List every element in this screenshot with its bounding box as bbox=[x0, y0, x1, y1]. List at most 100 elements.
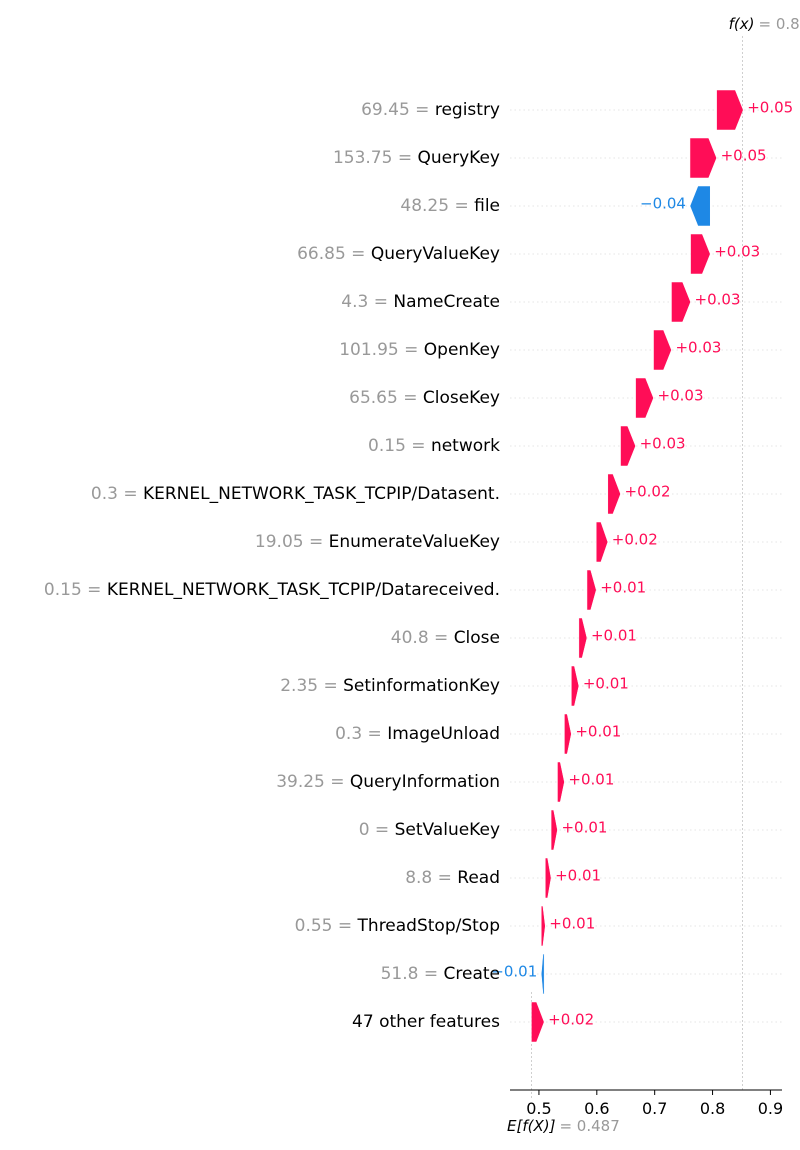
x-tick-label: 0.8 bbox=[700, 1099, 725, 1118]
feature-name: file bbox=[474, 196, 500, 216]
feature-name: Create bbox=[444, 964, 501, 984]
feature-value: 8.8 = bbox=[405, 868, 457, 888]
contribution-label: +0.02 bbox=[625, 483, 671, 501]
feature-name: EnumerateValueKey bbox=[329, 532, 500, 552]
x-tick-label: 0.5 bbox=[526, 1099, 551, 1118]
reference-lines bbox=[531, 36, 743, 1100]
feature-label: 0.55 = ThreadStop/Stop bbox=[295, 916, 500, 936]
feature-label: 19.05 = EnumerateValueKey bbox=[255, 532, 500, 552]
contribution-bar bbox=[595, 521, 609, 563]
contribution-label: +0.03 bbox=[640, 435, 686, 453]
feature-name: network bbox=[431, 436, 500, 456]
contribution-bar bbox=[550, 809, 558, 851]
feature-value: 0.3 = bbox=[335, 724, 387, 744]
contribution-bar bbox=[653, 329, 672, 371]
feature-value: 69.45 = bbox=[361, 100, 435, 120]
feature-value: 19.05 = bbox=[255, 532, 329, 552]
contribution-label: +0.01 bbox=[583, 675, 629, 693]
contribution-label: +0.02 bbox=[612, 531, 658, 549]
base-value-number: = 0.487 bbox=[559, 1117, 619, 1135]
base-value-label: E[f(X)] = 0.487 bbox=[507, 1117, 620, 1135]
contribution-bar bbox=[586, 569, 597, 611]
feature-name: 47 other features bbox=[352, 1012, 500, 1032]
fx-label: f(x)= 0.852 bbox=[729, 15, 800, 33]
contribution-label: +0.03 bbox=[695, 291, 741, 309]
contribution-bar bbox=[635, 377, 654, 419]
feature-name: Close bbox=[454, 628, 500, 648]
feature-name: NameCreate bbox=[393, 292, 500, 312]
x-tick-label: 0.9 bbox=[758, 1099, 783, 1118]
feature-value: 0.55 = bbox=[295, 916, 358, 936]
contribution-label: +0.01 bbox=[549, 915, 595, 933]
feature-value: 0.15 = bbox=[368, 436, 431, 456]
feature-value: 4.3 = bbox=[341, 292, 393, 312]
feature-value: 0.15 = bbox=[44, 580, 107, 600]
contribution-bars bbox=[531, 89, 744, 1043]
x-axis: 0.5 0.6 0.7 0.8 0.9 E[f(X)] = 0.487 bbox=[507, 1089, 783, 1135]
feature-value: 48.25 = bbox=[400, 196, 474, 216]
contribution-label: +0.05 bbox=[721, 147, 767, 165]
feature-value: 39.25 = bbox=[276, 772, 350, 792]
feature-label: 39.25 = QueryInformation bbox=[276, 772, 500, 792]
feature-label: 0.3 = ImageUnload bbox=[335, 724, 500, 744]
feature-name: CloseKey bbox=[423, 388, 500, 408]
feature-label: 65.65 = CloseKey bbox=[349, 388, 500, 408]
feature-value: 101.95 = bbox=[339, 340, 424, 360]
feature-name: SetValueKey bbox=[395, 820, 500, 840]
contribution-label: +0.01 bbox=[555, 867, 601, 885]
contribution-label: +0.03 bbox=[658, 387, 704, 405]
contribution-bar bbox=[689, 185, 711, 227]
feature-name: ImageUnload bbox=[387, 724, 500, 744]
contribution-label: +0.02 bbox=[548, 1011, 594, 1029]
contribution-bar bbox=[671, 281, 691, 323]
contribution-bar bbox=[541, 953, 545, 995]
contribution-bar bbox=[690, 233, 711, 275]
shap-waterfall-chart: +0.05 69.45 = registry +0.05 153.75 = Query… bbox=[44, 15, 800, 1135]
feature-value: 65.65 = bbox=[349, 388, 423, 408]
feature-name: QueryKey bbox=[418, 148, 501, 168]
base-value-name: E[f(X)] bbox=[507, 1117, 556, 1135]
x-tick-label: 0.6 bbox=[584, 1099, 609, 1118]
feature-label: 69.45 = registry bbox=[361, 100, 500, 120]
contribution-label: +0.01 bbox=[575, 723, 621, 741]
feature-name: KERNEL_NETWORK_TASK_TCPIP/Datareceived. bbox=[107, 580, 500, 600]
feature-value: 0.3 = bbox=[91, 484, 143, 504]
feature-label: 101.95 = OpenKey bbox=[339, 340, 500, 360]
feature-name: SetinformationKey bbox=[343, 676, 500, 696]
contribution-bar bbox=[620, 425, 636, 467]
contribution-label: +0.01 bbox=[568, 771, 614, 789]
feature-label: 8.8 = Read bbox=[405, 868, 500, 888]
feature-name: OpenKey bbox=[424, 340, 500, 360]
feature-name: ThreadStop/Stop bbox=[357, 916, 500, 936]
feature-label: 2.35 = SetinformationKey bbox=[280, 676, 500, 696]
contribution-bar bbox=[716, 89, 744, 131]
feature-value: 2.35 = bbox=[280, 676, 343, 696]
feature-name: QueryValueKey bbox=[371, 244, 500, 264]
contribution-bar bbox=[531, 1001, 545, 1043]
contribution-bar bbox=[545, 857, 552, 899]
feature-label: 0.15 = network bbox=[368, 436, 500, 456]
contribution-label: +0.01 bbox=[561, 819, 607, 837]
x-tick-label: 0.7 bbox=[642, 1099, 667, 1118]
feature-label: 4.3 = NameCreate bbox=[341, 292, 500, 312]
contribution-bar bbox=[578, 617, 588, 659]
feature-label: 51.8 = Create bbox=[381, 964, 500, 984]
feature-labels: +0.05 69.45 = registry +0.05 153.75 = Query… bbox=[44, 99, 793, 1033]
feature-value: 0 = bbox=[359, 820, 395, 840]
feature-value: 40.8 = bbox=[391, 628, 454, 648]
contribution-label: +0.03 bbox=[675, 339, 721, 357]
contribution-bar bbox=[564, 713, 572, 755]
contribution-label: −0.04 bbox=[640, 195, 686, 213]
feature-name: KERNEL_NETWORK_TASK_TCPIP/Datasent. bbox=[143, 484, 500, 504]
feature-label: 66.85 = QueryValueKey bbox=[297, 244, 500, 264]
feature-label: 0.15 = KERNEL_NETWORK_TASK_TCPIP/Datarec… bbox=[44, 580, 500, 600]
feature-name: Read bbox=[457, 868, 500, 888]
feature-label: 153.75 = QueryKey bbox=[333, 148, 500, 168]
contribution-label: +0.01 bbox=[600, 579, 646, 597]
contribution-label: +0.03 bbox=[714, 243, 760, 261]
feature-label: 0 = SetValueKey bbox=[359, 820, 500, 840]
feature-label: 47 other features bbox=[352, 1012, 500, 1032]
contribution-bar bbox=[571, 665, 580, 707]
fx-name: f(x) bbox=[729, 15, 755, 33]
feature-name: registry bbox=[435, 100, 500, 120]
